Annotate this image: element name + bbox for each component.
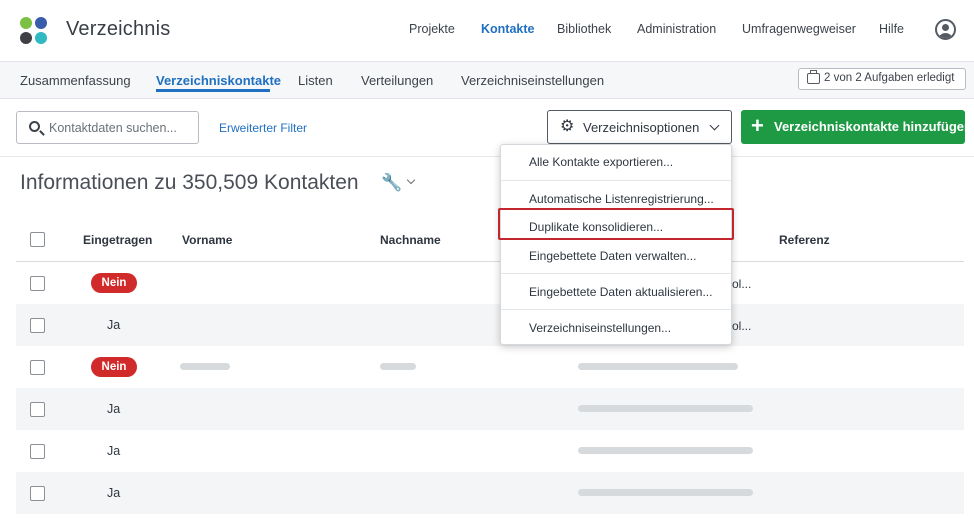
- truncated-cell: ol...: [732, 319, 752, 333]
- table-row[interactable]: [16, 262, 964, 304]
- tab-listen[interactable]: Listen: [298, 73, 333, 88]
- menu-item-update-embedded-data[interactable]: Eingebettete Daten aktualisieren...: [529, 285, 712, 299]
- redacted-last-name: [380, 363, 416, 370]
- highlight-box: [498, 208, 734, 240]
- active-tab-indicator: [156, 89, 270, 92]
- add-contacts-label: Verzeichniskontakte hinzufügen: [774, 119, 972, 134]
- row-checkbox[interactable]: [30, 318, 45, 333]
- row-checkbox[interactable]: [30, 276, 45, 291]
- topnav-bibliothek[interactable]: Bibliothek: [557, 22, 611, 36]
- redacted-email: [578, 447, 753, 454]
- truncated-cell: ol...: [732, 277, 752, 291]
- table-row[interactable]: [16, 430, 964, 472]
- user-account-icon[interactable]: [935, 19, 956, 40]
- table-row[interactable]: [16, 304, 964, 346]
- tab-verzeichniseinstellungen[interactable]: Verzeichniseinstellungen: [461, 73, 604, 88]
- status-badge: Nein: [91, 273, 137, 293]
- redacted-email: [578, 363, 738, 370]
- subscribed-value: Ja: [107, 444, 121, 458]
- table-row[interactable]: [16, 346, 964, 388]
- divider: [0, 156, 974, 157]
- briefcase-icon: [807, 70, 820, 84]
- page-title: Informationen zu 350,509 Kontakten: [20, 171, 359, 194]
- topnav-umfragenwegweiser[interactable]: Umfragenwegweiser: [742, 22, 856, 36]
- topnav-kontakte[interactable]: Kontakte: [481, 22, 534, 36]
- select-all-checkbox[interactable]: [30, 232, 45, 247]
- add-contacts-button[interactable]: + Verzeichniskontakte hinzufügen: [741, 110, 972, 144]
- advanced-filter-link[interactable]: Erweiterter Filter: [219, 121, 307, 135]
- user-head: [942, 24, 949, 31]
- menu-divider: [501, 273, 731, 274]
- tasks-badge[interactable]: 2 von 2 Aufgaben erledigt: [798, 68, 966, 90]
- gear-icon: ⚙: [560, 118, 575, 135]
- menu-item-export-all[interactable]: Alle Kontakte exportieren...: [529, 155, 673, 169]
- tab-verteilungen[interactable]: Verteilungen: [361, 73, 433, 88]
- tasks-badge-label: 2 von 2 Aufgaben erledigt: [824, 72, 955, 84]
- chevron-down-icon[interactable]: [406, 175, 416, 185]
- menu-item-auto-list-registration[interactable]: Automatische Listenregistrierung...: [529, 192, 714, 206]
- wrench-icon[interactable]: 🔧: [381, 173, 402, 193]
- directory-options-button[interactable]: ⚙ Verzeichnisoptionen: [547, 110, 732, 144]
- column-header-nachname[interactable]: Nachname: [380, 233, 441, 247]
- topnav-administration[interactable]: Administration: [637, 22, 716, 36]
- user-body: [939, 33, 952, 38]
- row-checkbox[interactable]: [30, 486, 45, 501]
- redacted-email: [578, 405, 753, 412]
- row-checkbox[interactable]: [30, 402, 45, 417]
- row-checkbox[interactable]: [30, 444, 45, 459]
- subscribed-value: Ja: [107, 486, 121, 500]
- chevron-down-icon: [709, 120, 720, 131]
- search-icon: [29, 121, 40, 132]
- app-title: Verzeichnis: [66, 18, 171, 40]
- tab-verzeichniskontakte[interactable]: Verzeichniskontakte: [156, 73, 281, 88]
- search-input[interactable]: [49, 118, 194, 138]
- logo-dot: [20, 32, 32, 44]
- redacted-first-name: [180, 363, 230, 370]
- column-header-eingetragen[interactable]: Eingetragen: [83, 233, 152, 247]
- plus-icon: +: [751, 113, 764, 138]
- column-header-vorname[interactable]: Vorname: [182, 233, 232, 247]
- directory-options-menu: Alle Kontakte exportieren... Automatisch…: [500, 144, 732, 345]
- column-header-referenz[interactable]: Referenz: [779, 233, 830, 247]
- menu-item-directory-settings[interactable]: Verzeichniseinstellungen...: [529, 321, 671, 335]
- top-bar: Verzeichnis Projekte Kontakte Bibliothek…: [0, 0, 974, 62]
- qualtrics-logo[interactable]: [18, 16, 50, 48]
- table-row[interactable]: [16, 388, 964, 430]
- contact-search[interactable]: [16, 111, 199, 144]
- directory-options-label: Verzeichnisoptionen: [583, 120, 700, 135]
- menu-divider: [501, 180, 731, 181]
- redacted-email: [578, 489, 753, 496]
- row-checkbox[interactable]: [30, 360, 45, 375]
- tab-zusammenfassung[interactable]: Zusammenfassung: [20, 73, 131, 88]
- subscribed-value: Ja: [107, 318, 121, 332]
- menu-divider: [501, 309, 731, 310]
- status-badge: Nein: [91, 357, 137, 377]
- table-row[interactable]: [16, 472, 964, 514]
- menu-item-manage-embedded-data[interactable]: Eingebettete Daten verwalten...: [529, 249, 696, 263]
- logo-dot: [35, 17, 47, 29]
- topnav-projekte[interactable]: Projekte: [409, 22, 455, 36]
- logo-dot: [35, 32, 47, 44]
- subscribed-value: Ja: [107, 402, 121, 416]
- topnav-hilfe[interactable]: Hilfe: [879, 22, 904, 36]
- logo-dot: [20, 17, 32, 29]
